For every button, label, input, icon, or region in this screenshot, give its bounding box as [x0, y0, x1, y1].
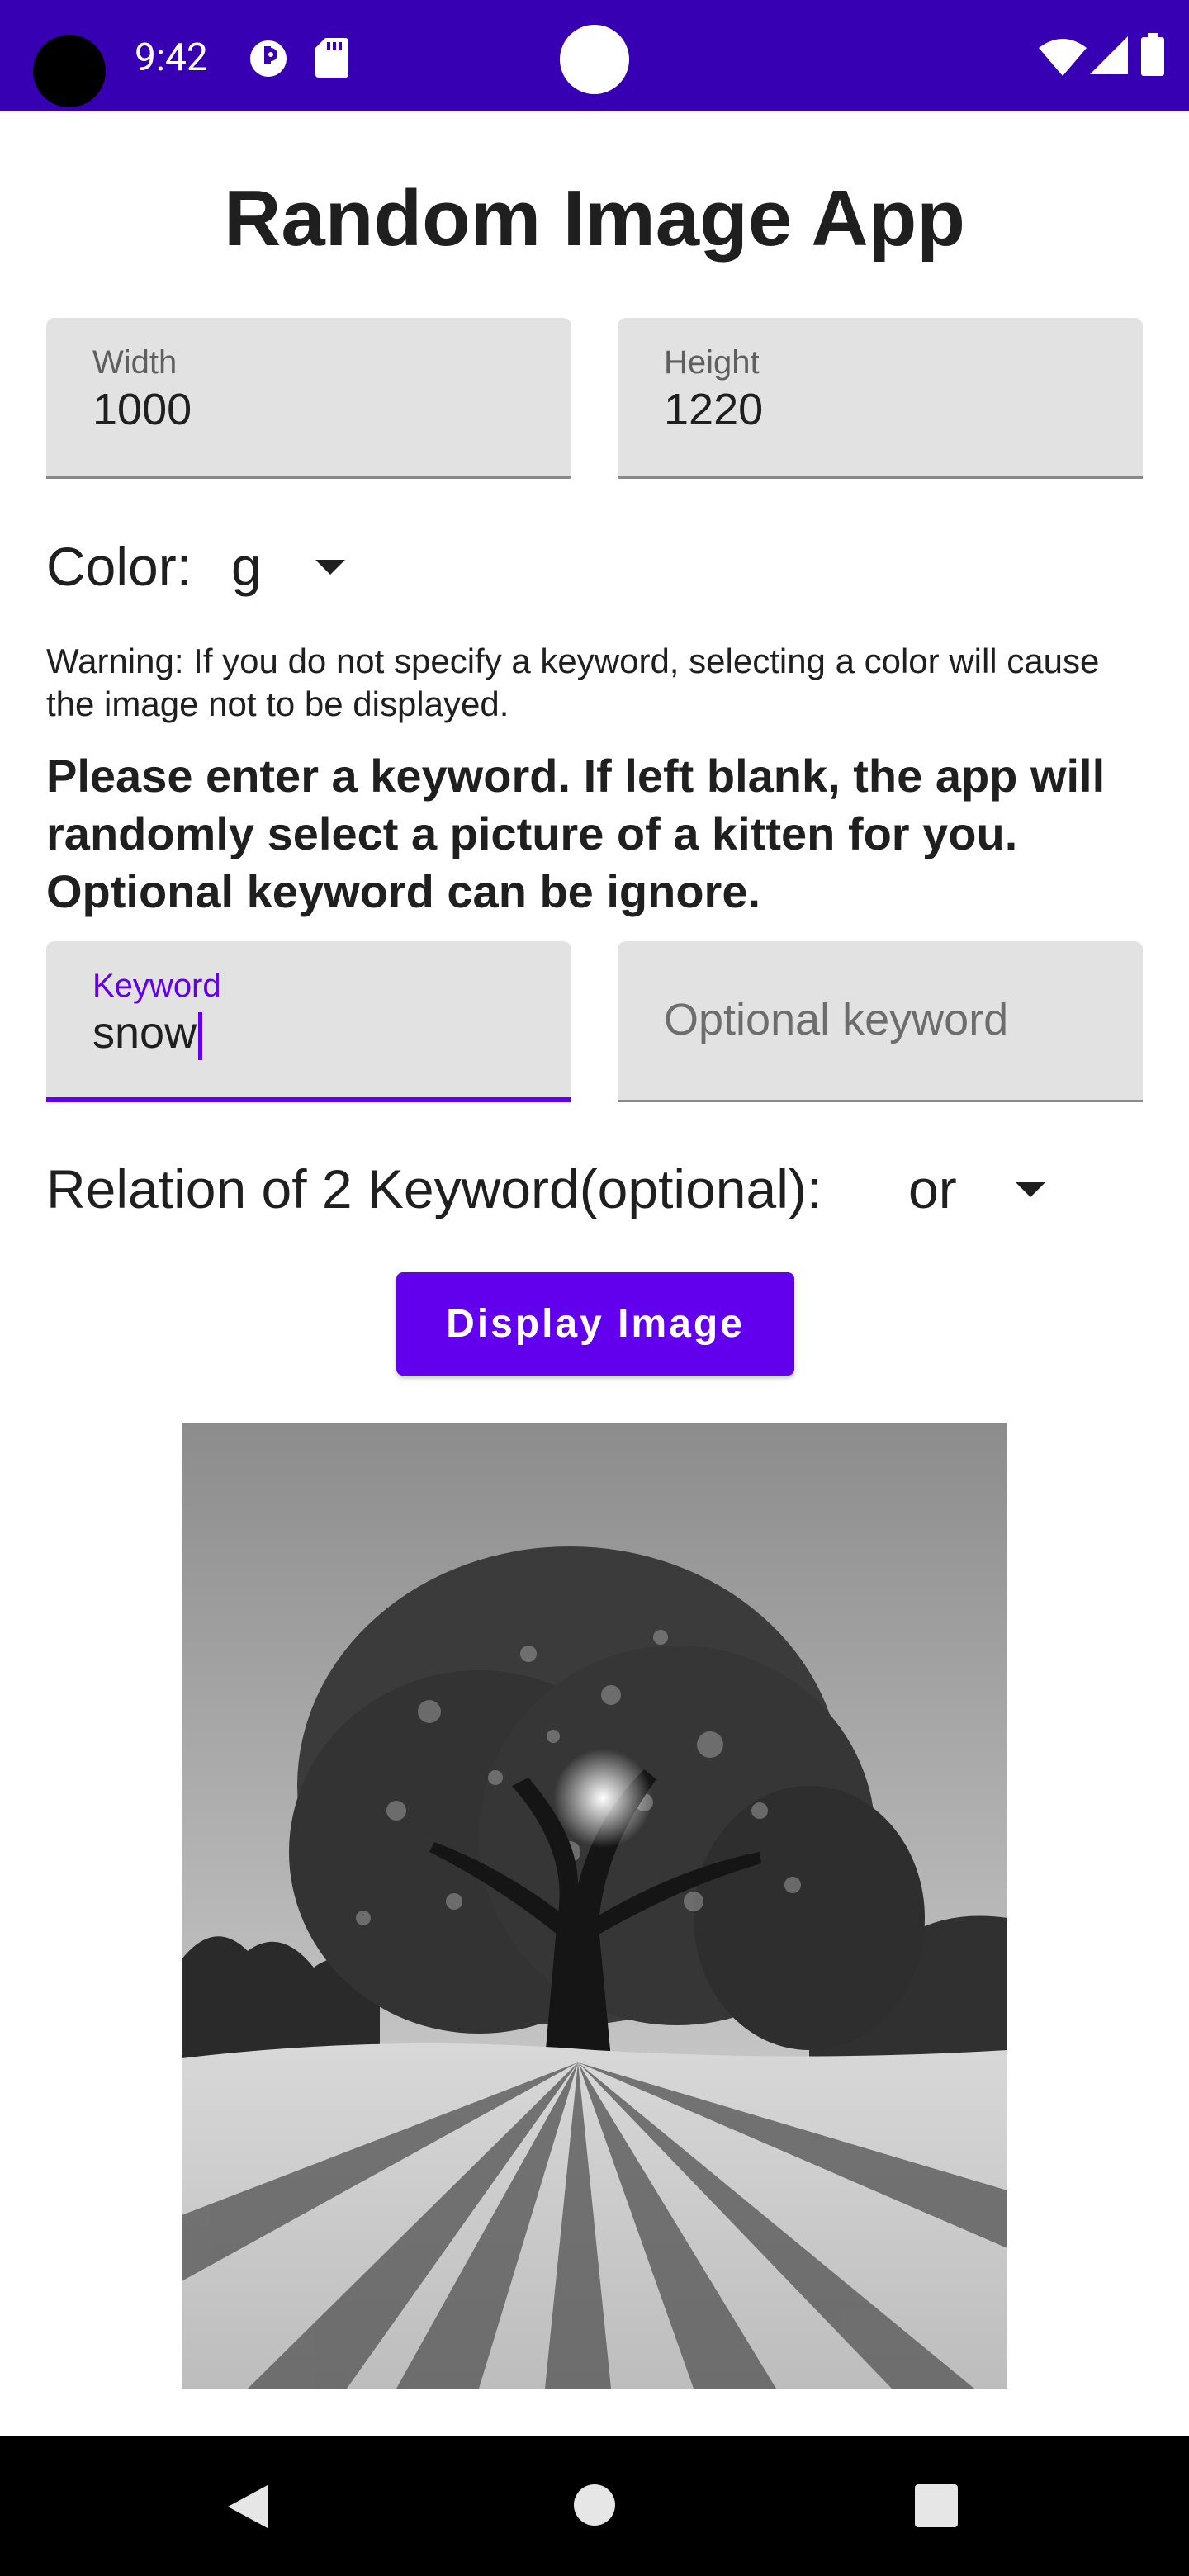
- app-title: Random Image App: [224, 174, 965, 263]
- notch-indicator: [560, 25, 629, 94]
- width-label: Width: [92, 344, 178, 381]
- navigation-bar: [0, 2436, 1189, 2576]
- keyword-instructions: Please enter a keyword. If left blank, t…: [46, 750, 1106, 917]
- height-field[interactable]: Height 1220: [618, 318, 1143, 479]
- signal-icon: [1090, 36, 1128, 74]
- relation-dropdown[interactable]: or: [900, 1151, 1065, 1225]
- sd-card-icon: [315, 38, 348, 78]
- text-cursor: [198, 1011, 203, 1060]
- display-image-button[interactable]: Display Image: [396, 1272, 794, 1376]
- result-image: [182, 1423, 1007, 2389]
- keyword-value[interactable]: snow: [92, 1007, 203, 1060]
- color-label: Color:: [46, 536, 192, 597]
- width-field[interactable]: Width 1000: [46, 318, 571, 479]
- battery-icon: [1141, 33, 1164, 76]
- keyword-text: snow: [92, 1008, 197, 1058]
- relation-label: Relation of 2 Keyword(optional):: [46, 1158, 822, 1219]
- camera-cutout: [33, 35, 106, 107]
- width-value[interactable]: 1000: [92, 384, 192, 435]
- data-saver-icon: [250, 40, 287, 77]
- wifi-icon: [1039, 39, 1087, 76]
- height-value[interactable]: 1220: [664, 384, 763, 435]
- optional-keyword-placeholder: Optional keyword: [664, 995, 1009, 1044]
- back-icon[interactable]: [225, 2482, 271, 2531]
- color-warning-text: Warning: If you do not specify a keyword…: [46, 642, 1100, 723]
- color-dropdown[interactable]: g: [223, 528, 363, 603]
- height-label: Height: [664, 344, 760, 381]
- home-icon[interactable]: [573, 2484, 616, 2526]
- relation-selected-value: or: [908, 1158, 957, 1219]
- chevron-down-icon: [315, 560, 345, 575]
- optional-keyword-field[interactable]: Optional keyword: [618, 941, 1143, 1102]
- keyword-label: Keyword: [92, 968, 221, 1004]
- keyword-field[interactable]: Keyword snow: [46, 941, 571, 1102]
- color-selected-value: g: [231, 536, 262, 597]
- chevron-down-icon: [1016, 1182, 1045, 1197]
- snow-tree-image: [182, 1423, 1007, 2389]
- status-bar: 9:42: [0, 0, 1189, 111]
- status-time: 9:42: [135, 36, 208, 80]
- recents-icon[interactable]: [915, 2484, 958, 2527]
